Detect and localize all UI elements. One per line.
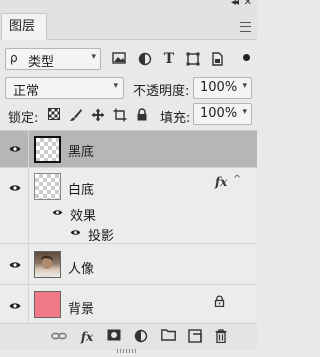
layer-row-portrait[interactable]: 人像 bbox=[0, 244, 257, 285]
eye-icon[interactable] bbox=[70, 228, 81, 239]
adjustment-filter-icon[interactable] bbox=[138, 52, 152, 66]
lock-label: 锁定: bbox=[8, 111, 39, 126]
blend-mode-value: 正常 bbox=[13, 84, 40, 99]
eye-icon[interactable] bbox=[9, 182, 21, 195]
opacity-field[interactable]: 100% ▾ bbox=[193, 77, 252, 99]
panel-top-strip: ◂◂ ✕ bbox=[0, 0, 257, 10]
chevron-down-icon: ▾ bbox=[242, 81, 247, 91]
panel-tab-bar: 图层 bbox=[0, 10, 257, 40]
row-divider bbox=[28, 244, 29, 284]
lock-pixels-icon[interactable] bbox=[69, 108, 83, 122]
lock-artboard-icon[interactable] bbox=[113, 108, 127, 122]
layer-list: 黑底 白底 fx ^ 效果 投影 人像 背景 bbox=[0, 130, 257, 324]
chevron-down-icon: ▾ bbox=[113, 81, 118, 91]
resize-grip[interactable] bbox=[117, 349, 137, 353]
eye-icon[interactable] bbox=[9, 300, 21, 313]
shape-filter-icon[interactable] bbox=[186, 52, 200, 66]
blend-row: 正常 ▾ 不透明度: 100% ▾ bbox=[0, 76, 257, 102]
fx-icon[interactable]: fx bbox=[79, 329, 95, 345]
link-layers-icon[interactable] bbox=[51, 329, 67, 345]
fill-label: 填充: bbox=[160, 111, 191, 126]
layer-name[interactable]: 人像 bbox=[68, 258, 94, 277]
image-filter-icon[interactable] bbox=[112, 52, 126, 66]
lock-icon[interactable] bbox=[214, 295, 225, 310]
search-icon: ρ bbox=[10, 51, 18, 65]
layer-row-black-base[interactable]: 黑底 bbox=[0, 131, 257, 168]
new-layer-icon[interactable] bbox=[187, 329, 203, 345]
eye-icon[interactable] bbox=[9, 259, 21, 272]
trash-icon[interactable] bbox=[213, 329, 229, 345]
filter-kind-dropdown[interactable]: ρ 类型 ▾ bbox=[5, 48, 101, 70]
layer-name[interactable]: 背景 bbox=[68, 298, 94, 317]
lock-transparent-icon[interactable] bbox=[47, 108, 61, 122]
collapse-effects-icon[interactable]: ^ bbox=[233, 174, 241, 185]
row-divider bbox=[28, 131, 29, 167]
blend-mode-dropdown[interactable]: 正常 ▾ bbox=[5, 77, 124, 99]
collapse-panel-icon[interactable]: ◂◂ bbox=[231, 0, 239, 8]
eye-icon[interactable] bbox=[9, 143, 21, 156]
filter-kind-label: 类型 bbox=[28, 55, 55, 70]
lock-row: 锁定: 填充: 100% ▾ bbox=[0, 102, 257, 128]
layer-name[interactable]: 黑底 bbox=[68, 141, 94, 160]
fill-field[interactable]: 100% ▾ bbox=[193, 103, 252, 125]
drop-shadow-effect[interactable]: 投影 bbox=[88, 225, 114, 244]
tab-layers[interactable]: 图层 bbox=[1, 13, 47, 40]
layer-thumbnail bbox=[34, 173, 61, 200]
lock-all-icon[interactable] bbox=[135, 108, 149, 122]
row-divider bbox=[28, 168, 29, 243]
type-filter-icon[interactable]: T bbox=[162, 52, 176, 66]
smart-object-filter-icon[interactable] bbox=[210, 52, 224, 66]
chevron-down-icon: ▾ bbox=[242, 107, 247, 117]
mask-icon[interactable] bbox=[106, 329, 122, 345]
opacity-label: 不透明度: bbox=[133, 84, 190, 99]
close-panel-icon[interactable]: ✕ bbox=[244, 0, 252, 8]
adjustment-icon[interactable] bbox=[133, 329, 149, 345]
fx-icon[interactable]: fx bbox=[215, 175, 227, 189]
layer-row-white-base[interactable]: 白底 fx ^ 效果 投影 bbox=[0, 168, 257, 244]
opacity-value: 100% bbox=[200, 80, 238, 95]
fill-value: 100% bbox=[200, 106, 238, 121]
eye-icon[interactable] bbox=[52, 208, 63, 219]
layer-thumbnail bbox=[34, 251, 61, 278]
filter-row: ρ 类型 ▾ T bbox=[0, 44, 257, 74]
layer-thumbnail bbox=[34, 291, 61, 318]
layer-thumbnail bbox=[34, 136, 61, 163]
layers-footer: fx bbox=[0, 323, 257, 350]
chevron-down-icon: ▾ bbox=[91, 52, 96, 62]
panel-menu-icon[interactable] bbox=[240, 22, 251, 32]
effects-label[interactable]: 效果 bbox=[70, 205, 96, 224]
row-divider bbox=[28, 285, 29, 324]
lock-position-icon[interactable] bbox=[91, 108, 105, 122]
folder-icon[interactable] bbox=[160, 329, 176, 345]
filter-toggle-icon[interactable] bbox=[243, 54, 250, 61]
layer-row-background[interactable]: 背景 bbox=[0, 285, 257, 324]
layer-name[interactable]: 白底 bbox=[68, 179, 94, 198]
